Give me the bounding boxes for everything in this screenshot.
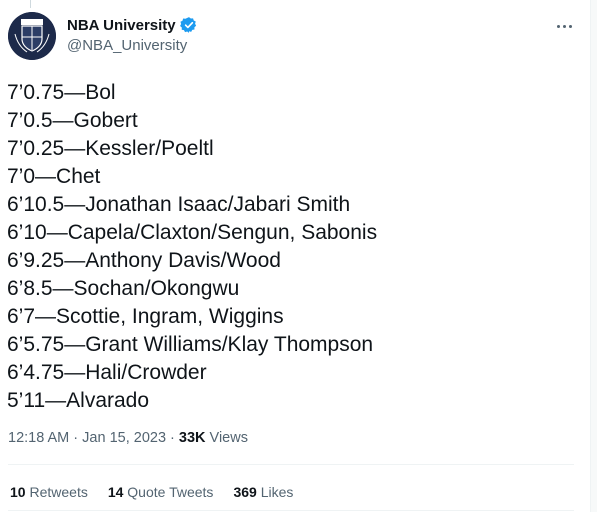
divider — [8, 510, 574, 511]
quote-tweets-stat[interactable]: 14 Quote Tweets — [108, 484, 214, 500]
thread-connector — [30, 0, 31, 8]
meta-separator: · — [69, 430, 83, 446]
views-label: Views — [205, 430, 248, 446]
tweet-line: 7’0.25—Kessler/Poeltl — [7, 137, 214, 160]
author-display-name[interactable]: NBA University — [67, 17, 176, 34]
tweet-metadata: 12:18 AM · Jan 15, 2023 · 33K Views — [8, 430, 248, 446]
quote-tweets-count: 14 — [107, 484, 124, 500]
divider — [8, 464, 574, 465]
views-count: 33K — [178, 430, 206, 446]
retweets-count: 10 — [10, 484, 26, 500]
retweets-label: Retweets — [29, 484, 88, 500]
likes-label: Likes — [260, 484, 294, 500]
tweet-line: 7’0—Chet — [7, 165, 101, 188]
verified-badge-icon — [179, 16, 198, 34]
engagement-stats: 10 Retweets 14 Quote Tweets 369 Likes — [10, 484, 293, 500]
likes-count: 369 — [233, 484, 257, 500]
tweet-line: 6’7—Scottie, Ingram, Wiggins — [7, 305, 284, 328]
retweets-stat[interactable]: 10 Retweets — [10, 484, 88, 500]
tweet-line: 6’9.25—Anthony Davis/Wood — [7, 249, 281, 272]
tweet-card: NBA University @NBA_University 7’0.75—Bo… — [0, 0, 597, 512]
scrollbar-track[interactable] — [590, 0, 597, 512]
tweet-line: 7’0.75—Bol — [7, 81, 116, 104]
tweet-date[interactable]: Jan 15, 2023 — [82, 430, 166, 446]
author-name-row[interactable]: NBA University — [67, 16, 198, 34]
quote-tweets-label: Quote Tweets — [127, 484, 214, 500]
tweet-time[interactable]: 12:18 AM — [8, 430, 69, 446]
nbau-crest-logo-icon — [8, 12, 56, 60]
tweet-line: 7’0.5—Gobert — [7, 109, 138, 132]
author-handle[interactable]: @NBA_University — [67, 37, 187, 54]
tweet-line: 6’10—Capela/Claxton/Sengun, Sabonis — [7, 221, 378, 244]
tweet-line: 6’10.5—Jonathan Isaac/Jabari Smith — [7, 193, 351, 216]
avatar[interactable] — [8, 12, 56, 60]
tweet-line: 5’11—Alvarado — [7, 389, 150, 412]
tweet-line: 6’5.75—Grant Williams/Klay Thompson — [7, 333, 374, 356]
tweet-line: 6’4.75—Hali/Crowder — [7, 361, 207, 384]
tweet-line: 6’8.5—Sochan/Okongwu — [7, 277, 240, 300]
likes-stat[interactable]: 369 Likes — [233, 484, 293, 500]
meta-separator: · — [166, 430, 179, 446]
more-options-icon[interactable] — [550, 14, 578, 38]
tweet-text: 7’0.75—Bol 7’0.5—Gobert 7’0.25—Kessler/P… — [7, 79, 587, 415]
